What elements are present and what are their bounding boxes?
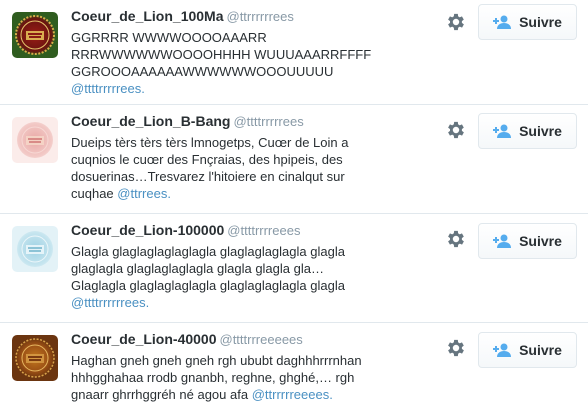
user-bio: Haghan gneh gneh gneh rgh ububt daghhhrr… — [71, 352, 416, 403]
bio-line: glaglagla glaglaglaglagla glagla glagla … — [71, 261, 324, 276]
user-handle[interactable]: @ttttrrreeeees — [220, 332, 303, 347]
gear-icon[interactable] — [445, 119, 467, 141]
add-user-icon — [493, 124, 512, 138]
add-user-icon — [493, 15, 512, 29]
bio-line: Dueips tèrs tèrs tèrs lmnogetps, Cuœr de… — [71, 135, 349, 150]
avatar[interactable] — [12, 117, 58, 163]
user-info: Coeur_de_Lion_B-Bang @ttttrrrrrees Dueips… — [71, 113, 416, 202]
add-user-icon — [493, 234, 512, 248]
bio-line: cuqnios le cuœr des Fnçraias, des hpipei… — [71, 152, 343, 167]
user-list-item: Coeur_de_Lion-100000 @ttttrrrreees Glagla… — [0, 214, 588, 323]
bio-line: Glagla glaglaglaglaglagla glaglaglaglagl… — [71, 244, 345, 259]
follow-button[interactable]: Suivre — [478, 4, 577, 40]
bio-line: Glaglagla glaglaglaglagla glaglaglaglagl… — [71, 278, 345, 293]
user-header: Coeur_de_Lion-40000 @ttttrrreeeees — [71, 331, 416, 348]
bio-line: gnaarr ghrrhggréh né agou afa — [71, 387, 249, 402]
user-info: Coeur_de_Lion-100000 @ttttrrrreees Glagla… — [71, 222, 416, 311]
follow-button-label: Suivre — [519, 14, 562, 30]
user-handle[interactable]: @ttttrrrreees — [227, 223, 300, 238]
bio-mention-link[interactable]: @ttrrees. — [117, 186, 171, 201]
bio-line: Haghan gneh gneh gneh rgh ububt daghhhrr… — [71, 353, 362, 368]
follow-button[interactable]: Suivre — [478, 223, 577, 259]
bio-line: cuqhae — [71, 186, 114, 201]
bio-mention-link[interactable]: @ttttrrrrrees. — [71, 81, 145, 96]
user-recommendation-list: Coeur_de_Lion_100Ma @ttrrrrrrees GGRRRR W… — [0, 0, 588, 409]
gear-icon[interactable] — [445, 337, 467, 359]
user-header: Coeur_de_Lion_B-Bang @ttttrrrrrees — [71, 113, 416, 130]
follow-button-label: Suivre — [519, 342, 562, 358]
user-handle[interactable]: @ttttrrrrrees — [233, 114, 303, 129]
user-bio: GGRRRR WWWWOOOOAAARR RRRWWWWWWOOOOHHHH W… — [71, 29, 416, 97]
user-fullname[interactable]: Coeur_de_Lion_100Ma — [71, 8, 224, 24]
user-list-item: Coeur_de_Lion-40000 @ttttrrreeeees Haghan… — [0, 323, 588, 409]
bio-mention-link[interactable]: @ttrrrrreeees. — [252, 387, 333, 402]
follow-button-label: Suivre — [519, 123, 562, 139]
user-header: Coeur_de_Lion_100Ma @ttrrrrrrees — [71, 8, 416, 25]
bio-line: GGROOOAAAAAAWWWWWWOOOUUUUU — [71, 64, 334, 79]
follow-button[interactable]: Suivre — [478, 332, 577, 368]
user-bio: Dueips tèrs tèrs tèrs lmnogetps, Cuœr de… — [71, 134, 416, 202]
user-header: Coeur_de_Lion-100000 @ttttrrrreees — [71, 222, 416, 239]
follow-button-label: Suivre — [519, 233, 562, 249]
add-user-icon — [493, 343, 512, 357]
bio-line: GGRRRR WWWWOOOOAAARR — [71, 30, 267, 45]
user-handle[interactable]: @ttrrrrrrees — [227, 9, 294, 24]
avatar[interactable] — [12, 12, 58, 58]
gear-icon[interactable] — [445, 228, 467, 250]
avatar[interactable] — [12, 335, 58, 381]
user-list-item: Coeur_de_Lion_100Ma @ttrrrrrrees GGRRRR W… — [0, 0, 588, 105]
gear-icon[interactable] — [445, 11, 467, 33]
bio-line: hhhgghahaa rrodb gnanbh, reghne, ghghé,…… — [71, 370, 355, 385]
bio-line: RRRWWWWWWOOOOHHHH WUUUAAARRFFFF — [71, 47, 372, 62]
avatar[interactable] — [12, 226, 58, 272]
user-fullname[interactable]: Coeur_de_Lion-40000 — [71, 331, 217, 347]
user-fullname[interactable]: Coeur_de_Lion-100000 — [71, 222, 224, 238]
user-info: Coeur_de_Lion_100Ma @ttrrrrrrees GGRRRR W… — [71, 8, 416, 97]
user-fullname[interactable]: Coeur_de_Lion_B-Bang — [71, 113, 230, 129]
user-list-item: Coeur_de_Lion_B-Bang @ttttrrrrrees Dueips… — [0, 105, 588, 214]
bio-line: dosuerinas…Tresvarez l'hitoiere en cinal… — [71, 169, 345, 184]
user-info: Coeur_de_Lion-40000 @ttttrrreeeees Haghan… — [71, 331, 416, 403]
user-bio: Glagla glaglaglaglaglagla glaglaglaglagl… — [71, 243, 416, 311]
follow-button[interactable]: Suivre — [478, 113, 577, 149]
bio-mention-link[interactable]: @ttttrrrrrrees. — [71, 295, 149, 310]
